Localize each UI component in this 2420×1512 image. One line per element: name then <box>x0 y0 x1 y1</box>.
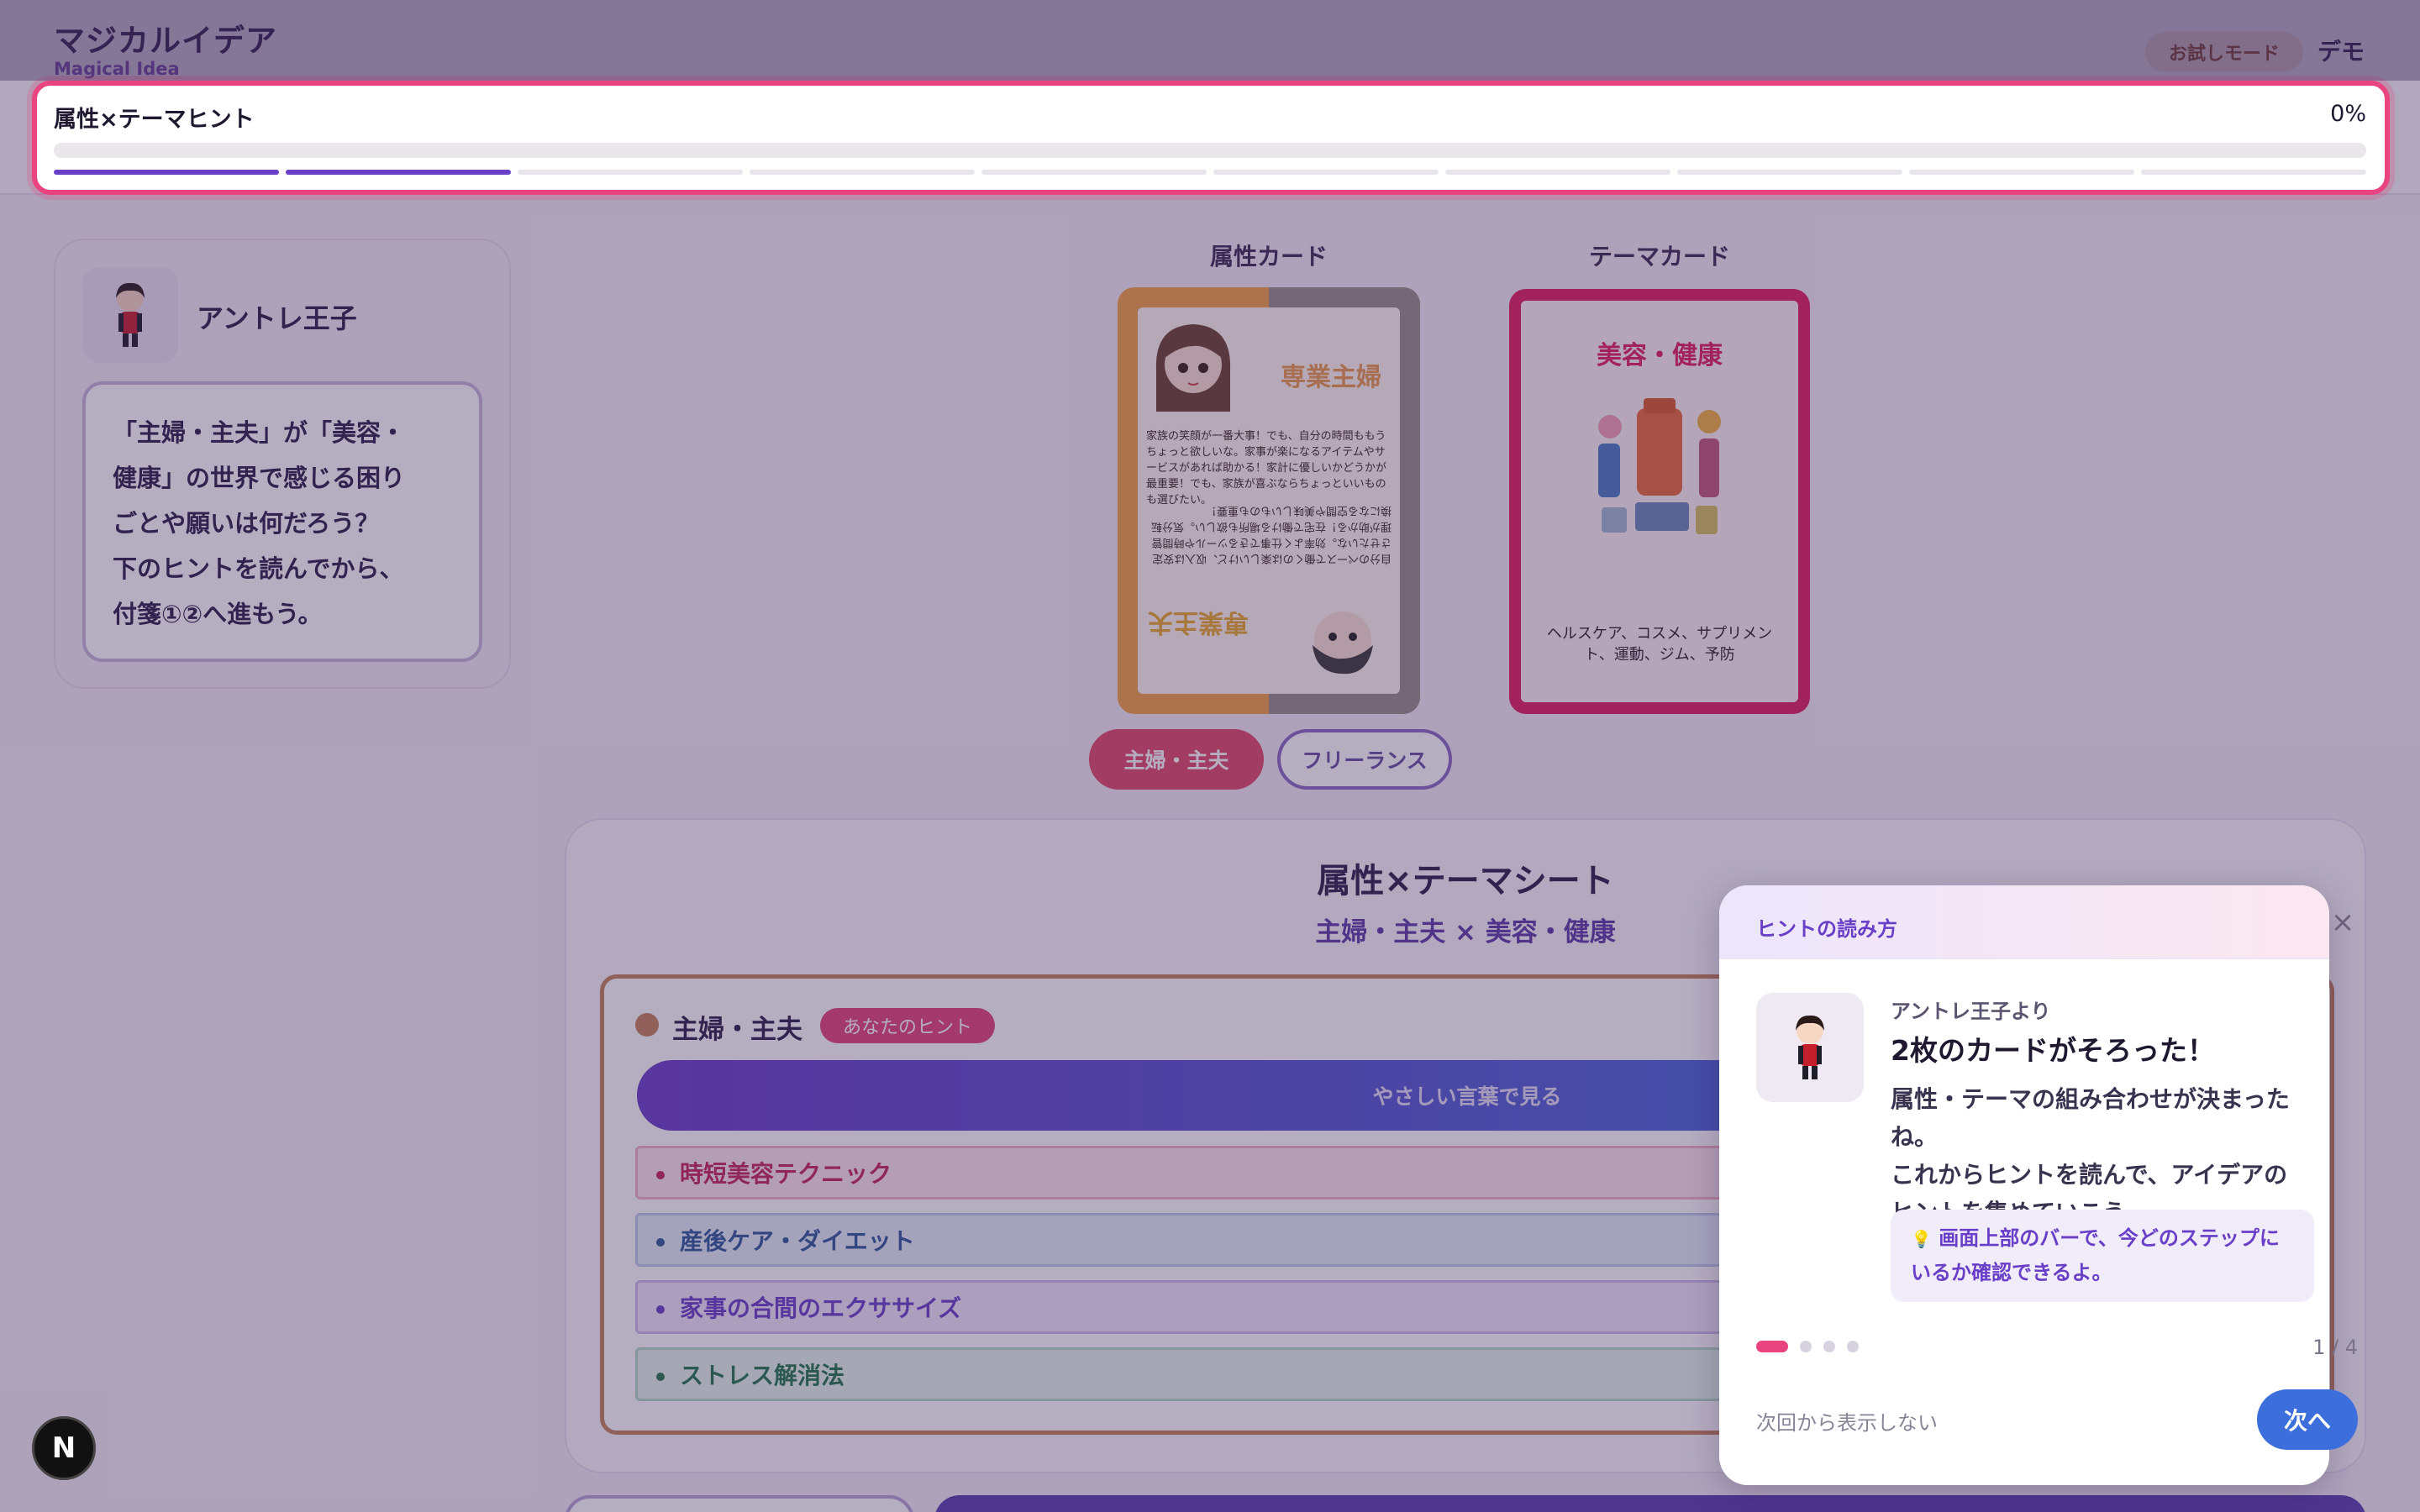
next-button[interactable]: 次へ <box>2257 1389 2358 1450</box>
demo-label: デモ <box>2317 38 2365 66</box>
theme-card-face: 美容・健康 ヘルスケア、コスメ、サプリメント、運動、ジム、予防 <box>1521 301 1798 702</box>
popup-tip-text: 画面上部のバーで、今どのステップにいるか確認できるよ。 <box>1911 1226 2280 1284</box>
beauty-health-items-icon <box>1598 398 1721 534</box>
hint-heading: 主婦・主夫 <box>672 1015 802 1045</box>
progress-title: 属性×テーマヒント <box>54 107 255 133</box>
attribute-card-flipped-half: 専業主夫 自分のペースで働くのは楽しいけど、収入は安定させたいな。効率よく仕事で… <box>1146 504 1392 692</box>
theme-card-text: ヘルスケア、コスメ、サプリメント、運動、ジム、予防 <box>1546 625 1773 664</box>
popup-from-label: アントレ王子より <box>1891 1000 2051 1023</box>
character-speech-bubble: 「主婦・主夫」が「美容・ 健康」の世界で感じる困り ごとや願いは何だろう？ 下の… <box>82 381 482 662</box>
page-dot-active[interactable] <box>1756 1341 1788 1352</box>
theme-card[interactable]: 美容・健康 ヘルスケア、コスメ、サプリメント、運動、ジム、予防 <box>1509 289 1810 714</box>
step-segment <box>54 170 279 175</box>
attribute-card-text-bottom: 自分のペースで働くのは楽しいけど、収入は安定させたいな。効率よく仕事できるツール… <box>1150 504 1392 564</box>
progress-percent: 0% <box>2330 101 2366 127</box>
attribute-card-face: 専業主婦 家族の笑顔が一番大事！でも、自分の時間ももうちょっと欲しいな。家事が楽… <box>1138 307 1400 694</box>
popup-body-line: これからヒントを読んで、アイデアの <box>1891 1161 2288 1189</box>
step-segment <box>2141 170 2366 175</box>
page-dot[interactable] <box>1823 1341 1835 1352</box>
attribute-card-title: 専業主婦 <box>1281 363 1381 392</box>
attribute-card-title-bottom: 専業主夫 <box>1148 607 1249 637</box>
step-segment <box>286 170 511 175</box>
nextjs-badge-icon[interactable]: N <box>32 1416 96 1480</box>
close-icon[interactable]: × <box>2328 907 2358 937</box>
step-segment <box>518 170 743 175</box>
dont-show-again-link[interactable]: 次回から表示しない <box>1756 1406 1938 1436</box>
step-segment <box>1677 170 1902 175</box>
speech-line: 健康」の世界で感じる困り <box>113 464 406 492</box>
attribute-card[interactable]: 専業主婦 家族の笑顔が一番大事！でも、自分の時間ももうちょっと欲しいな。家事が楽… <box>1118 287 1420 714</box>
proceed-button[interactable] <box>934 1495 2366 1512</box>
theme-card-label: テーマカード <box>1588 243 1730 270</box>
speech-line: 「主婦・主夫」が「美容・ <box>113 418 406 447</box>
speech-line: 付箋①②へ進もう。 <box>113 600 323 628</box>
popup-heading: 2枚のカードがそろった！ <box>1891 1034 2215 1067</box>
character-avatar <box>82 267 178 363</box>
progress-bar <box>54 143 2366 158</box>
popup-body-line: 属性・テーマの組み合わせが決まったね。 <box>1891 1085 2290 1151</box>
popup-title: ヒントの読み方 <box>1756 917 1897 941</box>
step-segment <box>1909 170 2134 175</box>
page-dot[interactable] <box>1847 1341 1859 1352</box>
househusband-illustration-icon <box>1313 612 1373 675</box>
hint-color-dot <box>635 1013 659 1037</box>
popup-avatar <box>1756 993 1864 1102</box>
popup-page-counter: 1 / 4 <box>2312 1336 2358 1359</box>
trial-mode-badge[interactable]: お試しモード <box>2145 32 2303 72</box>
page-dot[interactable] <box>1800 1341 1812 1352</box>
attribute-card-text: 家族の笑顔が一番大事！でも、自分の時間ももうちょっと欲しいな。家事が楽になるアイ… <box>1146 430 1387 507</box>
popup-body: 属性・テーマの組み合わせが決まったね。 これからヒントを読んで、アイデアの ヒン… <box>1891 1080 2311 1231</box>
character-name: アントレ王子 <box>197 302 357 334</box>
step-segment <box>1445 170 1670 175</box>
step-segment <box>1213 170 1439 175</box>
progress-panel-highlight <box>32 81 2390 195</box>
housewife-illustration-icon <box>1155 324 1231 412</box>
speech-line: ごとや願いは何だろう？ <box>113 509 380 538</box>
prince-character-icon <box>1796 1015 1824 1079</box>
popup-tip: 💡 画面上部のバーで、今どのステップにいるか確認できるよ。 <box>1891 1210 2314 1302</box>
back-button[interactable] <box>565 1495 914 1512</box>
attribute-card-label: 属性カード <box>1209 243 1328 270</box>
step-segment <box>981 170 1207 175</box>
app-title: マジカルイデア <box>54 23 277 59</box>
theme-card-title: 美容・健康 <box>1597 341 1723 370</box>
housewife-chip[interactable]: 主婦・主夫 <box>1089 729 1264 790</box>
prince-character-icon <box>116 282 145 347</box>
freelance-chip[interactable]: フリーランス <box>1277 729 1452 790</box>
lightbulb-icon: 💡 <box>1911 1229 1932 1249</box>
step-segment <box>750 170 975 175</box>
speech-line: 下のヒントを読んでから、 <box>113 554 404 583</box>
your-hint-badge: あなたのヒント <box>820 1008 995 1043</box>
app-subtitle: Magical Idea <box>54 59 180 79</box>
